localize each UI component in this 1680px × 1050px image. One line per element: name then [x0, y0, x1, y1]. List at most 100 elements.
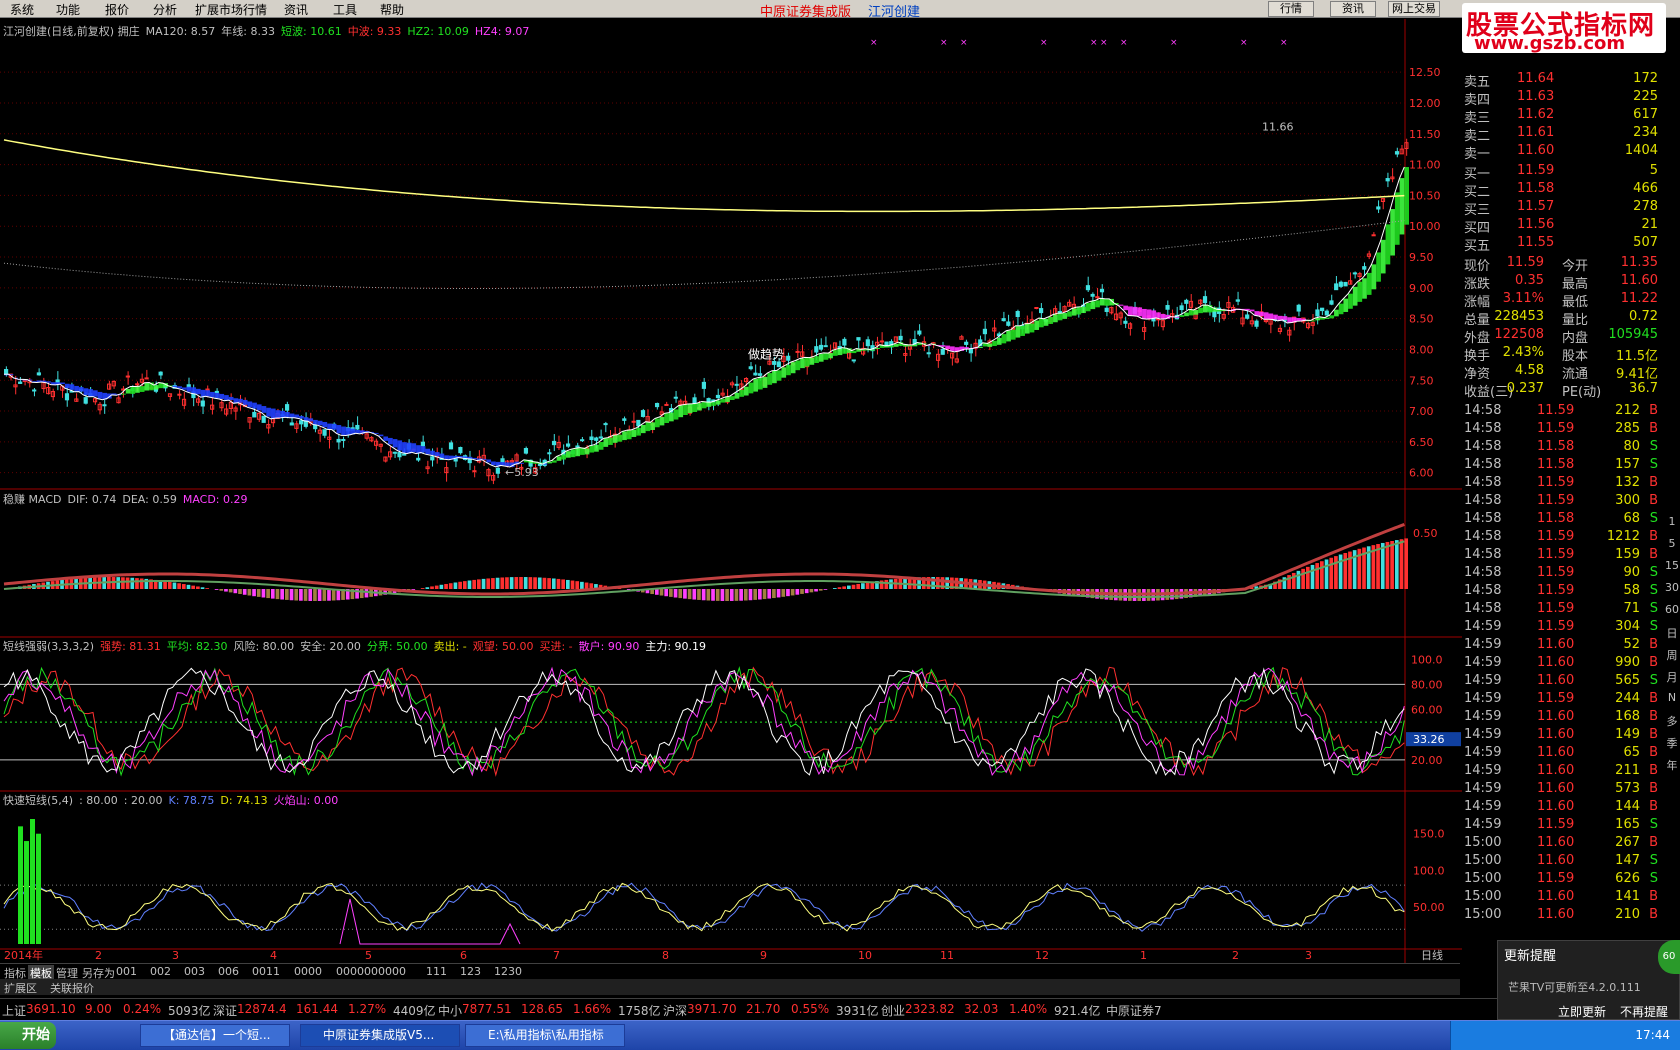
menu-analysis[interactable]: 分析 — [153, 1, 177, 18]
tick-row-cell: 65 — [1623, 745, 1640, 760]
candle-body — [917, 330, 922, 335]
kd-line — [3, 882, 1405, 932]
menu-tools[interactable]: 工具 — [333, 1, 357, 18]
kd-tick-label: 50.00 — [1413, 901, 1445, 914]
tick-row-cell: B — [1649, 727, 1658, 742]
task-tongdaxin[interactable]: 【通达信】一个短... — [140, 1024, 290, 1047]
ma-ribbon-bar — [308, 418, 314, 422]
ma-ribbon-bar — [383, 436, 389, 441]
period-button[interactable]: 1 — [1664, 515, 1680, 531]
menu-extended-market[interactable]: 扩展市场行情 — [195, 1, 267, 18]
bid-row: 买五 11.55 507 — [1462, 235, 1662, 254]
tick-row-cell: 11.59 — [1537, 529, 1575, 544]
tick-row-cell: S — [1649, 511, 1658, 526]
float-ball-icon[interactable]: 60 — [1658, 940, 1680, 974]
ma-ribbon-bar — [1048, 316, 1054, 324]
year-line — [3, 139, 1405, 213]
indicator-tab[interactable]: 123 — [458, 965, 483, 978]
ma-ribbon-bar — [64, 383, 70, 389]
extension-tab[interactable]: 关联报价 — [48, 980, 96, 996]
tick-row-cell: B — [1649, 889, 1658, 904]
period-button[interactable]: 60 — [1664, 603, 1680, 619]
macd-bar — [786, 589, 790, 597]
menu-quote[interactable]: 报价 — [105, 1, 129, 18]
indicator-tab[interactable]: 0000000000 — [334, 965, 408, 978]
update-now-button[interactable]: 立即更新 — [1558, 1003, 1606, 1020]
macd-bar — [200, 587, 205, 589]
period-button[interactable]: 周 — [1664, 647, 1680, 663]
main-panel-header: 江河创建(日线,前复权) 拥庄 MA120: 8.57 年线: 8.33 短波: 10… — [3, 23, 535, 39]
candle-body — [814, 346, 819, 353]
indicator-tab[interactable]: 0011 — [250, 965, 282, 978]
candle-body — [982, 328, 987, 335]
ma-ribbon-bar — [299, 415, 304, 419]
news-button[interactable]: 资讯 — [1330, 1, 1376, 17]
kd-header-item: 快速短线(5,4) — [3, 794, 74, 807]
candle-body — [1320, 307, 1325, 312]
ma-ribbon-bar — [701, 401, 707, 409]
stat-row: 外盘 122508 内盘 105945 — [1462, 327, 1662, 346]
indicator-tab[interactable]: 002 — [148, 965, 173, 978]
indicator-tab[interactable]: 0000 — [292, 965, 324, 978]
ma-ribbon-bar — [636, 427, 641, 436]
macd-bar — [224, 589, 228, 592]
indicator-tab[interactable]: 001 — [114, 965, 139, 978]
macd-bar — [495, 577, 500, 589]
ma-ribbon-bar — [1202, 305, 1208, 313]
tick-row-cell: B — [1649, 745, 1658, 760]
indicator-tab[interactable]: 111 — [424, 965, 449, 978]
macd-bar — [762, 589, 767, 600]
task-zhongyuan[interactable]: 中原证券集成版V5... — [300, 1024, 460, 1047]
indicator-tab[interactable]: 1230 — [492, 965, 524, 978]
task-folder[interactable]: E:\私用指标\私用指标 — [465, 1024, 625, 1047]
online-trade-button[interactable]: 网上交易 — [1388, 1, 1440, 17]
ma-ribbon-bar — [1348, 293, 1353, 309]
menu-system[interactable]: 系统 — [10, 1, 34, 18]
candle-body — [1099, 288, 1105, 293]
macd-bar — [758, 589, 762, 600]
period-button[interactable]: 30 — [1664, 581, 1680, 597]
period-button[interactable]: 5 — [1664, 537, 1680, 553]
high-annotation: 11.66 — [1262, 121, 1294, 134]
macd-header-item: MACD: 0.29 — [182, 493, 248, 506]
quote-button[interactable]: 行情 — [1268, 1, 1314, 17]
ma-ribbon-bar — [1085, 303, 1091, 312]
date-tick-label: 3 — [1305, 949, 1312, 962]
period-button[interactable]: N — [1664, 691, 1680, 707]
start-button[interactable]: 开始 — [0, 1022, 56, 1049]
taskbar: 开始 【通达信】一个短... 中原证券集成版V5... E:\私用指标\私用指标… — [0, 1020, 1680, 1050]
tick-row-cell: 11.59 — [1537, 871, 1575, 886]
tick-row-cell: 14:59 — [1464, 745, 1502, 760]
tick-row-cell: 168 — [1615, 709, 1640, 724]
indicator-tab[interactable]: 006 — [216, 965, 241, 978]
period-button[interactable]: 年 — [1664, 757, 1680, 773]
candle-body — [1371, 234, 1376, 237]
period-button[interactable]: 月 — [1664, 669, 1680, 685]
indicator-tab[interactable]: 003 — [182, 965, 207, 978]
tick-row-cell: 11.60 — [1537, 889, 1575, 904]
menu-help[interactable]: 帮助 — [380, 1, 404, 18]
ma-ribbon-bar — [1399, 178, 1405, 235]
menu-news[interactable]: 资讯 — [284, 1, 308, 18]
period-button[interactable]: 15 — [1664, 559, 1680, 575]
ma-ribbon-bar — [800, 358, 805, 369]
menu-function[interactable]: 功能 — [56, 1, 80, 18]
period-button[interactable]: 日 — [1664, 625, 1680, 641]
tick-row: 14:59 11.60 149 B — [1462, 727, 1662, 745]
macd-bar — [242, 589, 247, 595]
candle-body — [547, 452, 552, 455]
macd-bar — [420, 588, 425, 589]
ignore-button[interactable]: 不再提醒 — [1620, 1003, 1668, 1020]
bid-row-cell: 11.57 — [1517, 199, 1555, 214]
macd-bar — [252, 589, 256, 597]
extension-tab[interactable]: 扩展区 — [2, 980, 39, 996]
period-button[interactable]: 多 — [1664, 713, 1680, 729]
ma-ribbon-bar — [786, 364, 791, 376]
ma-ribbon-bar — [673, 409, 679, 420]
ma-ribbon-bar — [322, 421, 328, 428]
tick-row-cell: 80 — [1623, 439, 1640, 454]
ma-ribbon-bar — [261, 406, 267, 413]
ma-ribbon-bar — [795, 360, 801, 371]
candle-body — [36, 372, 41, 376]
period-button[interactable]: 季 — [1664, 735, 1680, 751]
